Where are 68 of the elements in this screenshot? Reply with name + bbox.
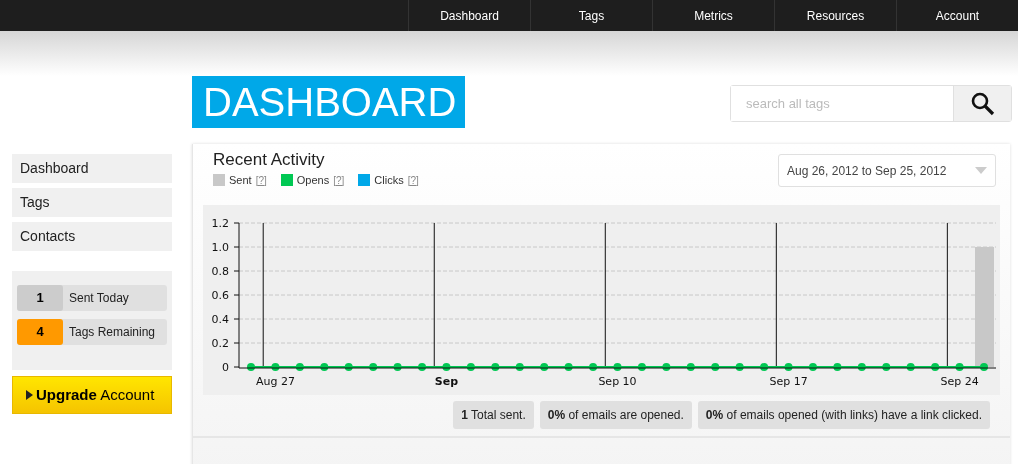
y-tick-label: 0.6 (211, 288, 229, 302)
data-point (955, 362, 964, 371)
data-point (711, 362, 720, 371)
x-tick-label: Aug 27 (255, 374, 295, 388)
data-point (540, 362, 549, 371)
data-point (857, 362, 866, 371)
stat-label: Sent Today (68, 290, 129, 307)
data-point (369, 362, 378, 371)
summary-text: 0% of emails opened (with links) have a link clicked. (705, 406, 982, 424)
x-tick-label: Sep (434, 374, 459, 388)
search-icon (970, 91, 995, 116)
upgrade-button[interactable]: Upgrade Account (12, 376, 172, 414)
sidebar-item[interactable]: Dashboard (12, 154, 172, 183)
stat-count: 4 (17, 319, 63, 345)
legend-label: Clicks (374, 173, 404, 188)
data-point (931, 362, 940, 371)
date-range-dropdown[interactable]: Aug 26, 2012 to Sep 25, 2012 (778, 154, 996, 187)
data-point (564, 362, 573, 371)
stat-label: Tags Remaining (68, 324, 156, 341)
y-tick-label: 0.4 (211, 312, 229, 326)
summary-text: 1 Total sent. (461, 406, 526, 424)
data-point (735, 362, 744, 371)
search-field[interactable]: search all tags (730, 85, 1012, 122)
data-point (833, 362, 842, 371)
data-point (393, 362, 402, 371)
triangle-icon (26, 390, 33, 400)
data-point (271, 362, 280, 371)
data-point (613, 362, 622, 371)
legend-label: Sent (229, 173, 252, 188)
data-point (466, 362, 475, 371)
data-point (784, 362, 793, 371)
data-point (686, 362, 695, 371)
y-tick-label: 0.8 (211, 264, 229, 278)
caret-icon (975, 167, 987, 174)
summary-text: 0% of emails are opened. (547, 406, 684, 424)
data-point (760, 362, 769, 371)
data-point (980, 362, 988, 371)
legend-label: Opens (296, 173, 330, 188)
data-point (247, 362, 255, 371)
data-point (320, 362, 329, 371)
page-title: DASHBOARD (192, 76, 465, 128)
data-point (882, 362, 891, 371)
y-tick-label: 1.0 (211, 240, 229, 254)
data-point (637, 362, 646, 371)
sidebar-item[interactable]: Tags (12, 188, 172, 217)
data-point (491, 362, 500, 371)
data-point (344, 362, 353, 371)
search-button[interactable] (953, 86, 1011, 121)
data-point (418, 362, 427, 371)
x-tick-label: Sep 24 (940, 374, 979, 388)
data-point (515, 362, 524, 371)
help-link[interactable]: [?] (333, 172, 345, 188)
data-point (662, 362, 671, 371)
stat-count: 1 (17, 285, 63, 311)
data-point (295, 362, 304, 371)
data-point (808, 362, 817, 371)
y-tick-label: 0 (222, 360, 229, 374)
x-tick-label: Sep 17 (769, 374, 808, 388)
x-tick-label: Sep 10 (598, 374, 637, 388)
data-point (442, 362, 451, 371)
data-point (906, 362, 915, 371)
y-tick-label: 1.2 (211, 216, 229, 230)
data-point (589, 362, 598, 371)
section-title: Recent Activity (213, 150, 326, 170)
help-link[interactable]: [?] (255, 172, 267, 188)
help-link[interactable]: [?] (407, 172, 419, 188)
sidebar-item[interactable]: Contacts (12, 222, 172, 251)
y-tick-label: 0.2 (211, 336, 229, 350)
